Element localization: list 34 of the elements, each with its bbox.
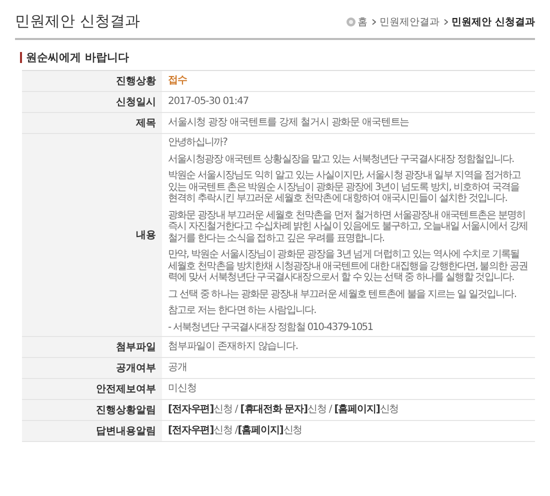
row-label: 제목 xyxy=(136,117,156,130)
content-paragraph: 참고로 저는 한다면 하는 사람입니다. xyxy=(168,305,317,316)
row-label: 첨부파일 xyxy=(116,341,156,354)
row-label: 공개여부 xyxy=(116,362,156,375)
breadcrumb-link[interactable]: 민원제안 신청결과 xyxy=(452,14,535,28)
content-paragraph: 안녕하십니까? xyxy=(168,137,228,148)
row-label: 답변내용알림 xyxy=(96,425,156,438)
content-paragraph: 만약, 박원순 서울시장님이 광화문 광장을 3년 넘게 더럽히고 있는 역사에 수치로 기록될 세월호 천막촌을 방치한채 시청광장내 애국텐트에 대한 대집행을 강행한다면, 불의한 공권력에 맞서 서북청년단 구국결사대장으로서 할 수 있는 선택 중 하나를 실행할 것입니다. xyxy=(168,249,528,284)
row-label: 안전제보여부 xyxy=(96,383,156,396)
breadcrumb-link[interactable]: 민원제안결과 xyxy=(380,14,440,28)
row-value: 미신청 xyxy=(168,383,198,395)
row-value: 첨부파일이 존재하지 않습니다. xyxy=(168,341,299,353)
row-label: 내용 xyxy=(136,229,156,242)
row-value: [전자우편]신청 /[홈페이지]신청 xyxy=(168,425,304,437)
content-paragraph: 서울시청광장 애국텐트 상황실장을 맡고 있는 서북청년단 구국결사대장 정함철입니다. xyxy=(168,154,515,165)
chevron-icon xyxy=(444,18,448,24)
row-value: 서울시청 광장 애국텐트를 강제 철거시 광화문 애국텐트는 xyxy=(168,117,410,129)
breadcrumb-link[interactable]: 홈 xyxy=(358,14,368,28)
content-paragraph: 박원순 서울시장님도 익히 알고 있는 사실이지만, 서울시청 광장내 일부 지역을 점거하고 있는 애국텐트 촌은 박원순 시장님이 광화문 광장에 3년이 넘도록 방치, 비호하여 국격을 현격히 추락시킨 부끄러운 세월호 천막촌에 대항하여 애국시민들이 설치한 것입니다. xyxy=(168,170,522,204)
row-label: 진행상황 xyxy=(116,75,156,88)
chevron-icon xyxy=(372,18,376,24)
content-paragraph: 그 선택 중 하나는 광화문 광장내 부끄러운 세월호 텐트촌에 불을 지르는 일 일것입니다. xyxy=(168,288,518,300)
row-label: 신청일시 xyxy=(116,96,156,109)
row-label: 진행상황알림 xyxy=(96,404,156,417)
page-title: 민원제안 신청결과 xyxy=(15,12,140,31)
content-paragraph: - 서북청년단 구국결사대장 정함철 010-4379-1051 xyxy=(168,322,374,333)
row-value: 2017-05-30 01:47 xyxy=(168,96,250,108)
row-value: [전자우편]신청 / [휴대전화 문자]신청 / [홈페이지]신청 xyxy=(168,404,400,416)
section-marker xyxy=(20,52,22,63)
row-value: 공개 xyxy=(168,362,188,374)
content-paragraph: 광화문 광장내 부끄러운 세월호 천막촌을 먼저 철거하면 서울광장내 애국텐트촌은 분명히 즉시 자진철거한다고 수십차례 밝힌 사실이 있음에도 불구하고, 오늘내일 서울시에서 강제 철거를 한다는 소식을 접하고 깊은 우려를 표명합니다. xyxy=(168,210,528,244)
status-value: 접수 xyxy=(168,75,188,87)
section-title: 원순씨에게 바랍니다 xyxy=(26,50,129,65)
home-icon xyxy=(346,16,356,26)
